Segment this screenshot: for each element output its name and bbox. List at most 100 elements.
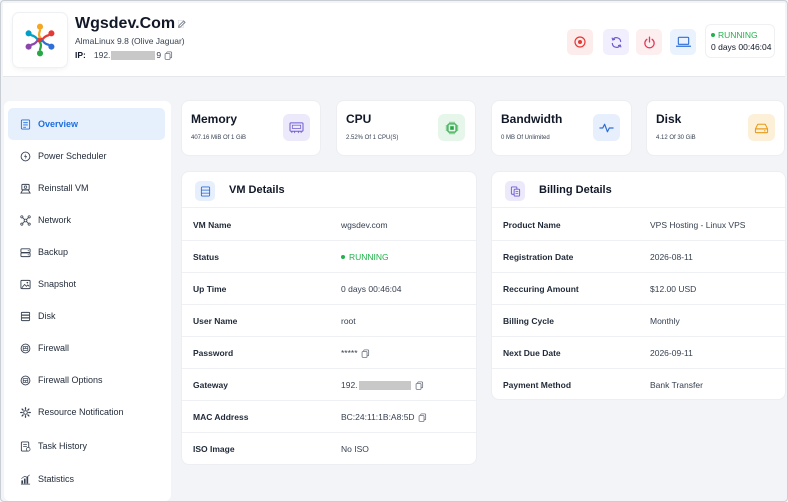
sidebar-item-overview[interactable]: Overview [8,108,165,140]
cpu-icon [445,121,458,134]
sidebar-item-label: Firewall Options [38,375,103,385]
table-row: Payment Method Bank Transfer [492,369,785,401]
table-row: VM Name wgsdev.com [182,209,476,241]
memory-usage: 407.16 MiB Of 1 GiB [191,135,247,141]
copy-icon[interactable] [418,412,427,422]
table-row: Gateway 192. [182,369,476,401]
power-button[interactable] [636,29,662,55]
bandwidth-usage: 0 MB Of Unlimited [501,135,550,141]
copy-icon[interactable] [361,348,370,358]
billing-cycle-value: Monthly [650,316,680,326]
billing-details-panel: Billing Details Product Name VPS Hosting… [492,172,785,399]
vm-gateway-value: 192. [341,380,424,390]
memory-title: Memory [191,112,238,126]
row-key: User Name [193,316,238,326]
server-header: Wgsdev.Com AlmaLinux 9.8 (Olive Jaguar) … [3,3,785,77]
edit-icon[interactable] [177,19,187,29]
sidebar-item-network[interactable]: Network [8,204,165,236]
status-uptime: 0 days 00:46:04 [711,42,772,52]
table-row: Reccuring Amount $12.00 USD [492,273,785,305]
bandwidth-title: Bandwidth [501,112,563,126]
cpu-title: CPU [346,112,372,126]
sidebar-item-label: Reinstall VM [38,183,89,193]
sidebar-item-label: Statistics [38,474,75,484]
bandwidth-icon-box [593,114,620,141]
vm-status-text: RUNNING [349,252,389,262]
bandwidth-card: Bandwidth 0 MB Of Unlimited [492,101,631,155]
sidebar-item-label: Overview [38,119,79,129]
app-frame: Wgsdev.Com AlmaLinux 9.8 (Olive Jaguar) … [0,0,788,502]
reinstall-icon [20,183,31,194]
password-mask: ***** [341,348,358,358]
memory-icon [289,122,304,134]
vm-details-header: VM Details [182,172,476,208]
table-row: Registration Date 2026-08-11 [492,241,785,273]
row-key: Up Time [193,284,227,294]
laptop-icon [675,36,691,47]
row-key: Billing Cycle [503,316,555,326]
sidebar-item-task-history[interactable]: Task History [8,430,165,462]
sidebar-item-firewall-options[interactable]: Firewall Options [8,364,165,396]
mac-address: BC:24:11:1B:A8:5D [341,412,415,422]
server-icon [200,185,210,197]
sidebar-item-power-scheduler[interactable]: Power Scheduler [8,140,165,172]
disk-card: Disk 4.12 Of 30 GiB [647,101,784,155]
sidebar-item-label: Disk [38,311,56,321]
vm-status-value: RUNNING [341,252,389,262]
registration-date-value: 2026-08-11 [650,252,693,262]
vm-uptime-value: 0 days 00:46:04 [341,284,402,294]
payment-method-value: Bank Transfer [650,380,703,390]
copy-icon[interactable] [415,380,424,390]
vm-details-panel: VM Details VM Name wgsdev.com Status RUN… [182,172,476,464]
sidebar-item-label: Task History [38,441,88,451]
sidebar-item-disk[interactable]: Disk [8,300,165,332]
table-row: Status RUNNING [182,241,476,273]
table-row: User Name root [182,305,476,337]
server-ip: IP: 192. 9 [75,50,173,60]
cpu-usage: 2.52% Of 1 CPU(S) [346,135,399,141]
stop-button[interactable] [567,29,593,55]
vm-name-value: wgsdev.com [341,220,388,230]
copy-icon[interactable] [164,50,173,60]
cluster-logo-icon [25,23,55,57]
firewall-icon [20,343,31,353]
table-row: ISO Image No ISO [182,433,476,465]
disk-icon [20,311,31,321]
server-title: Wgsdev.Com [75,15,187,33]
memory-card: Memory 407.16 MiB Of 1 GiB [182,101,320,155]
gear-icon [20,406,31,418]
statistics-icon [20,474,31,484]
row-key: Status [193,252,219,262]
disk-usage: 4.12 Of 30 GiB [656,135,696,141]
sidebar-item-statistics[interactable]: Statistics [8,463,165,495]
restart-button[interactable] [603,29,629,55]
billing-details-header: Billing Details [492,172,785,208]
table-row: MAC Address BC:24:11:1B:A8:5D [182,401,476,433]
row-key: Product Name [503,220,561,230]
table-row: Next Due Date 2026-09-11 [492,337,785,369]
status-dot [341,255,345,259]
table-row: Password ***** [182,337,476,369]
network-icon [20,214,31,226]
sidebar-item-label: Power Scheduler [38,151,107,161]
row-key: VM Name [193,220,232,230]
sidebar-item-label: Network [38,215,72,225]
billing-icon [510,185,520,197]
next-due-date-value: 2026-09-11 [650,348,693,358]
server-logo [13,13,67,67]
sidebar-item-backup[interactable]: Backup [8,236,165,268]
table-row: Up Time 0 days 00:46:04 [182,273,476,305]
memory-icon-box [283,114,310,141]
console-button[interactable] [670,29,696,55]
hard-drive-icon [754,123,769,133]
product-name-value: VPS Hosting - Linux VPS [650,220,746,230]
sidebar-item-snapshot[interactable]: Snapshot [8,268,165,300]
sidebar-item-resource-notification[interactable]: Resource Notification [8,396,165,428]
sidebar: Overview Power Scheduler Reinstall VM Ne… [4,101,171,501]
sidebar-item-label: Snapshot [38,279,77,289]
disk-icon-box [748,114,775,141]
sidebar-item-firewall[interactable]: Firewall [8,332,165,364]
billing-details-icon-box [505,181,525,201]
sidebar-item-reinstall-vm[interactable]: Reinstall VM [8,172,165,204]
status-text: RUNNING [718,30,758,40]
